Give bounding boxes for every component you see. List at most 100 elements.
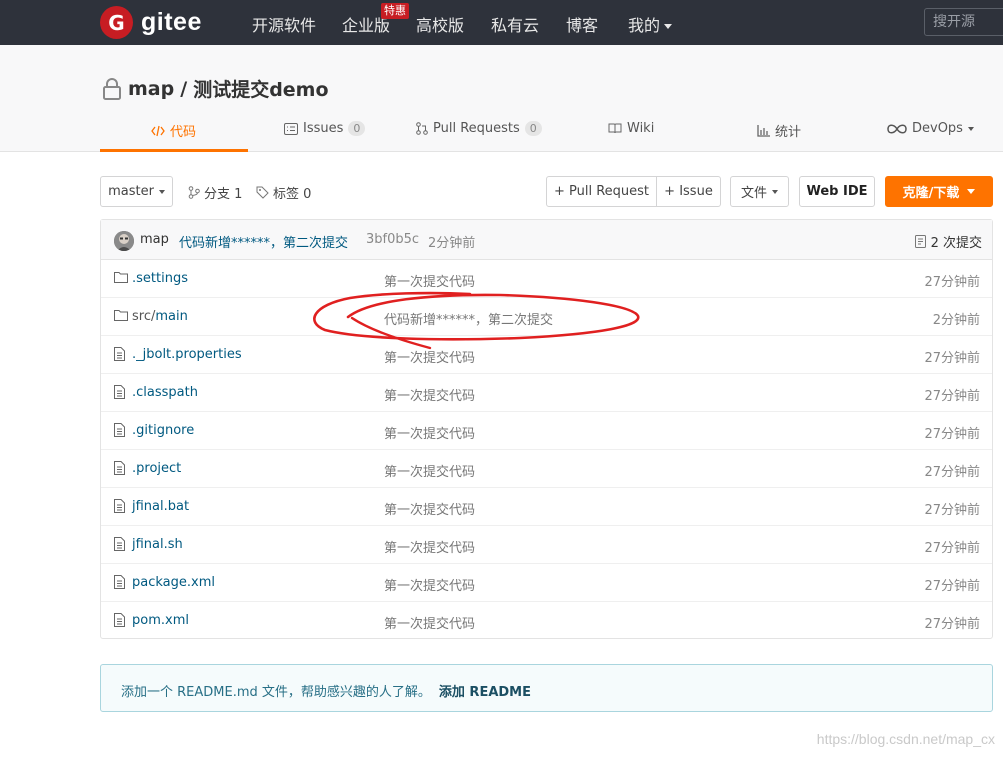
file-name: main	[155, 309, 188, 324]
file-name: package.xml	[132, 575, 215, 590]
file-name: .project	[132, 461, 182, 476]
commit-sha[interactable]: 3bf0b5c	[366, 232, 419, 247]
latest-commit-bar: map 代码新增******，第二次提交 3bf0b5c 2分钟前 2 次提交	[101, 220, 992, 260]
commit-author[interactable]: map	[140, 232, 169, 247]
tab-code[interactable]: 代码	[151, 121, 196, 140]
table-row[interactable]: .classpath 第一次提交代码 27分钟前	[101, 374, 992, 412]
file-commit-message[interactable]: 第一次提交代码	[384, 423, 475, 442]
gitee-logo[interactable]: G gitee	[100, 6, 202, 39]
file-commit-message[interactable]: 第一次提交代码	[384, 499, 475, 518]
file-name-link[interactable]: .settings	[132, 271, 188, 286]
table-row[interactable]: ._jbolt.properties 第一次提交代码 27分钟前	[101, 336, 992, 374]
file-name-link[interactable]: jfinal.bat	[132, 499, 189, 514]
file-commit-time: 27分钟前	[924, 389, 980, 404]
tab-pull-requests[interactable]: Pull Requests 0	[416, 121, 542, 136]
new-pull-request-button[interactable]: + Pull Request	[546, 176, 657, 207]
file-commit-message[interactable]: 第一次提交代码	[384, 385, 475, 404]
tab-wiki[interactable]: Wiki	[608, 121, 654, 136]
repo-name[interactable]: 测试提交demo	[193, 75, 328, 102]
file-commit-time: 27分钟前	[924, 579, 980, 594]
file-commit-time: 27分钟前	[924, 465, 980, 480]
tab-stats-label: 统计	[775, 125, 802, 140]
table-row[interactable]: .settings 第一次提交代码 27分钟前	[101, 260, 992, 298]
file-commit-time: 27分钟前	[924, 617, 980, 632]
file-commit-message[interactable]: 第一次提交代码	[384, 537, 475, 556]
tab-stats[interactable]: 统计	[757, 121, 801, 140]
commit-message[interactable]: 代码新增******，第二次提交	[179, 232, 348, 251]
file-commit-time: 27分钟前	[924, 427, 980, 442]
file-name: .gitignore	[132, 423, 195, 438]
branch-select-label: master	[108, 184, 154, 199]
web-ide-button[interactable]: Web IDE	[799, 176, 875, 207]
nav-blog[interactable]: 博客	[566, 12, 598, 36]
file-name-link[interactable]: jfinal.sh	[132, 537, 183, 552]
table-row[interactable]: .project 第一次提交代码 27分钟前	[101, 450, 992, 488]
branches-link[interactable]: 分支 1	[188, 183, 242, 202]
nav-open-source[interactable]: 开源软件	[252, 12, 316, 36]
file-name-link[interactable]: ._jbolt.properties	[132, 347, 242, 362]
table-row[interactable]: src/main 代码新增******，第二次提交 2分钟前	[101, 298, 992, 336]
chevron-down-icon	[967, 126, 974, 131]
branch-select[interactable]: master	[100, 176, 173, 207]
file-icon	[114, 575, 125, 593]
search-input[interactable]	[924, 8, 1003, 36]
file-commit-time: 27分钟前	[924, 541, 980, 556]
file-name-link[interactable]: .project	[132, 461, 181, 476]
tab-devops[interactable]: DevOps	[887, 121, 974, 136]
file-commit-message[interactable]: 代码新增******，第二次提交	[384, 309, 553, 328]
issues-icon	[284, 122, 298, 135]
table-row[interactable]: jfinal.bat 第一次提交代码 27分钟前	[101, 488, 992, 526]
file-commit-message[interactable]: 第一次提交代码	[384, 575, 475, 594]
file-name-link[interactable]: .gitignore	[132, 423, 194, 438]
tab-issues-label: Issues	[303, 121, 344, 136]
file-commit-message[interactable]: 第一次提交代码	[384, 613, 475, 632]
tags-link[interactable]: 标签 0	[256, 183, 311, 202]
file-name-link[interactable]: package.xml	[132, 575, 215, 590]
commit-history-icon	[914, 235, 926, 248]
wiki-icon	[608, 123, 622, 134]
file-name-link[interactable]: .classpath	[132, 385, 198, 400]
commit-count-link[interactable]: 2 次提交	[914, 232, 982, 251]
table-row[interactable]: .gitignore 第一次提交代码 27分钟前	[101, 412, 992, 450]
table-row[interactable]: pom.xml 第一次提交代码 27分钟前	[101, 602, 992, 640]
tab-issues[interactable]: Issues 0	[284, 121, 366, 136]
add-readme-link[interactable]: 添加 README	[439, 685, 531, 700]
code-icon	[151, 125, 165, 136]
file-name: .classpath	[132, 385, 198, 400]
file-commit-time: 2分钟前	[932, 313, 980, 328]
pull-request-icon	[416, 122, 428, 135]
top-navbar: G gitee 开源软件 企业版 特惠 高校版 私有云 博客 我的	[0, 0, 1003, 45]
file-commit-time: 27分钟前	[924, 351, 980, 366]
tab-devops-label: DevOps	[912, 121, 963, 136]
file-icon	[114, 423, 125, 441]
file-icon	[114, 537, 125, 555]
new-issue-button[interactable]: + Issue	[656, 176, 721, 207]
readme-text: 添加一个 README.md 文件，帮助感兴趣的人了解。	[121, 685, 431, 700]
logo-text: gitee	[141, 8, 202, 36]
file-commit-message[interactable]: 第一次提交代码	[384, 461, 475, 480]
file-path-prefix: src/	[132, 309, 156, 324]
file-menu-label: 文件	[740, 186, 767, 201]
file-name-link[interactable]: src/main	[132, 309, 188, 324]
file-menu-button[interactable]: 文件	[730, 176, 789, 207]
file-icon	[114, 499, 125, 517]
nav-mine[interactable]: 我的	[628, 12, 673, 36]
lock-icon	[103, 77, 121, 100]
nav-mine-label: 我的	[628, 16, 661, 35]
repo-owner[interactable]: map	[128, 78, 174, 100]
issues-count-badge: 0	[348, 121, 366, 136]
file-name: jfinal.bat	[132, 499, 190, 514]
file-commit-message[interactable]: 第一次提交代码	[384, 271, 475, 290]
clone-download-button[interactable]: 克隆/下载	[885, 176, 993, 207]
file-commit-message[interactable]: 第一次提交代码	[384, 347, 475, 366]
folder-icon	[114, 309, 128, 325]
nav-education[interactable]: 高校版	[416, 12, 464, 36]
chevron-down-icon	[158, 189, 165, 194]
nav-private-cloud[interactable]: 私有云	[491, 12, 539, 36]
table-row[interactable]: jfinal.sh 第一次提交代码 27分钟前	[101, 526, 992, 564]
avatar[interactable]	[114, 231, 134, 251]
file-commit-time: 27分钟前	[924, 275, 980, 290]
table-row[interactable]: package.xml 第一次提交代码 27分钟前	[101, 564, 992, 602]
file-name: .settings	[132, 271, 188, 286]
file-name-link[interactable]: pom.xml	[132, 613, 189, 628]
